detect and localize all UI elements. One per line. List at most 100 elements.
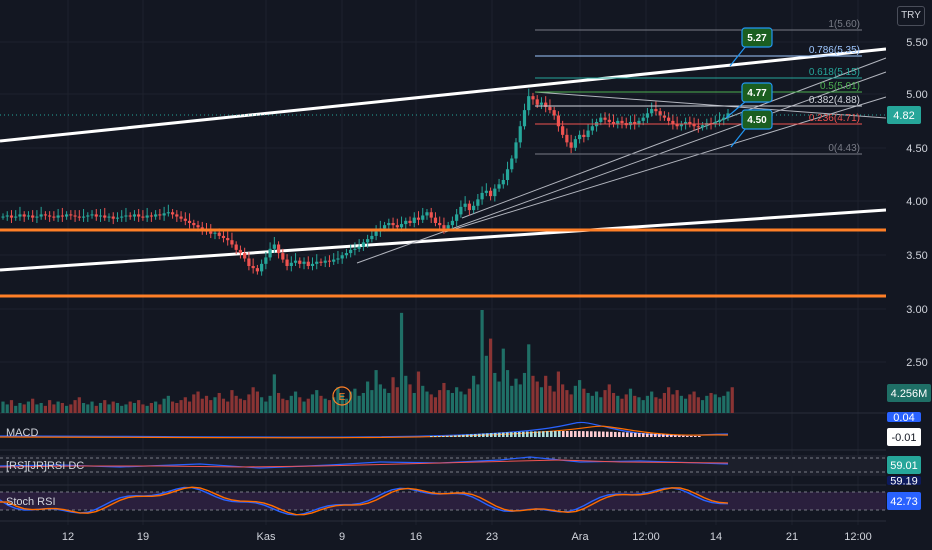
candle-body	[332, 259, 336, 262]
volume-bar	[395, 387, 399, 413]
stoch-band	[0, 492, 886, 510]
macd-histogram-bar	[482, 433, 485, 437]
candle-body	[18, 214, 22, 217]
candle-body	[60, 215, 64, 217]
volume-bar	[90, 401, 94, 413]
volume-bar	[170, 401, 175, 413]
volume-bar	[22, 404, 26, 413]
candle-body	[700, 125, 705, 128]
volume-bar	[60, 402, 64, 413]
currency-badge[interactable]: TRY	[897, 6, 925, 26]
candle-body	[124, 215, 128, 217]
volume-bar	[264, 401, 268, 413]
chart-canvas[interactable]: E 1(5.60) 0.786(5.35) 0.618(5.15) 0.5(5.01)…	[0, 0, 932, 550]
volume-bar	[5, 404, 9, 413]
candle-body	[22, 214, 26, 217]
volume-bar	[399, 312, 404, 413]
volume-bar	[145, 405, 149, 413]
volume-bar	[94, 405, 98, 413]
candle-body	[73, 215, 77, 217]
macd-histogram-bar	[498, 432, 501, 437]
macd-histogram-bar	[438, 436, 441, 437]
volume-bar	[366, 381, 370, 413]
candle-body	[31, 215, 35, 218]
volume-bar	[616, 395, 620, 413]
candle-body	[1, 216, 5, 218]
volume-bar	[573, 385, 577, 413]
volume-bar	[64, 405, 69, 413]
volume-bar	[39, 402, 43, 413]
volume-bar	[391, 377, 395, 413]
candle-body	[416, 217, 421, 220]
candle-body	[696, 126, 700, 128]
macd-histogram-bar	[582, 431, 585, 437]
volume-bar	[272, 374, 276, 413]
candle-body	[561, 126, 565, 135]
volume-bar	[217, 392, 221, 413]
macd-histogram-bar	[434, 436, 437, 437]
volume-bar	[510, 385, 514, 413]
candle-body	[501, 180, 505, 185]
candle-body	[145, 215, 149, 218]
time-tick-label: 19	[137, 531, 149, 543]
stoch-value-tag-label: 42.73	[890, 496, 918, 508]
candle-body	[599, 117, 603, 122]
price-tick-label: 2.50	[906, 357, 927, 369]
stoch-rsi-label[interactable]: Stoch RSI	[6, 496, 56, 508]
candle-body	[14, 216, 18, 218]
macd-histogram-bar	[610, 431, 613, 437]
volume-bar	[268, 395, 272, 413]
candle-body	[243, 253, 247, 259]
candle-body	[366, 239, 370, 243]
volume-bar	[472, 375, 476, 413]
volume-bar	[158, 404, 162, 413]
macd-histogram-bar	[686, 436, 689, 437]
volume-bar	[204, 395, 209, 413]
fib-label: 0.618(5.15)	[809, 67, 860, 78]
volume-bar	[501, 348, 505, 413]
volume-bar	[730, 387, 734, 413]
candle-body	[141, 216, 145, 218]
macd-histogram-bar	[454, 435, 457, 437]
candle-body	[154, 214, 158, 217]
volume-bar	[539, 387, 544, 413]
candle-body	[412, 217, 416, 223]
macd-histogram-bar	[442, 436, 445, 437]
candle-body	[488, 190, 493, 197]
macd-histogram-bar	[510, 432, 513, 437]
volume-bar	[624, 394, 628, 413]
callout-label: 4.50	[747, 115, 767, 126]
candle-body	[353, 248, 357, 250]
volume-bar	[226, 401, 230, 413]
macd-histogram-bar	[618, 432, 621, 437]
macd-histogram-bar	[514, 432, 517, 437]
candle-body	[463, 203, 467, 207]
volume-bar	[281, 398, 285, 413]
volume-bar	[463, 394, 467, 413]
fib-label: 0(4.43)	[828, 143, 860, 154]
macd-histogram-bar	[630, 432, 633, 437]
fib-label: 0.382(4.88)	[809, 95, 860, 106]
volume-bar	[382, 388, 387, 413]
volume-bar	[251, 387, 255, 413]
candle-body	[654, 109, 658, 112]
candle-body	[213, 232, 217, 234]
macd-histogram-bar	[522, 431, 525, 437]
macd-histogram-bar	[638, 433, 641, 437]
macd-histogram-bar	[674, 435, 677, 437]
volume-bar	[446, 390, 450, 413]
candle-body	[64, 214, 69, 217]
volume-bar	[645, 395, 650, 413]
macd-histogram-bar	[570, 431, 573, 437]
macd-histogram-bar	[506, 432, 509, 437]
macd-label[interactable]: MACD	[6, 427, 38, 439]
candle-body	[39, 214, 43, 217]
candle-body	[107, 216, 111, 218]
volume-bar	[633, 395, 637, 413]
rsi-label[interactable]: [RS][JR]RSI DC	[6, 460, 84, 472]
candle-body	[433, 217, 438, 223]
macd-histogram-bar	[670, 434, 673, 437]
candle-body	[81, 216, 86, 218]
volume-bar	[620, 398, 624, 413]
volume-bar	[289, 395, 293, 413]
